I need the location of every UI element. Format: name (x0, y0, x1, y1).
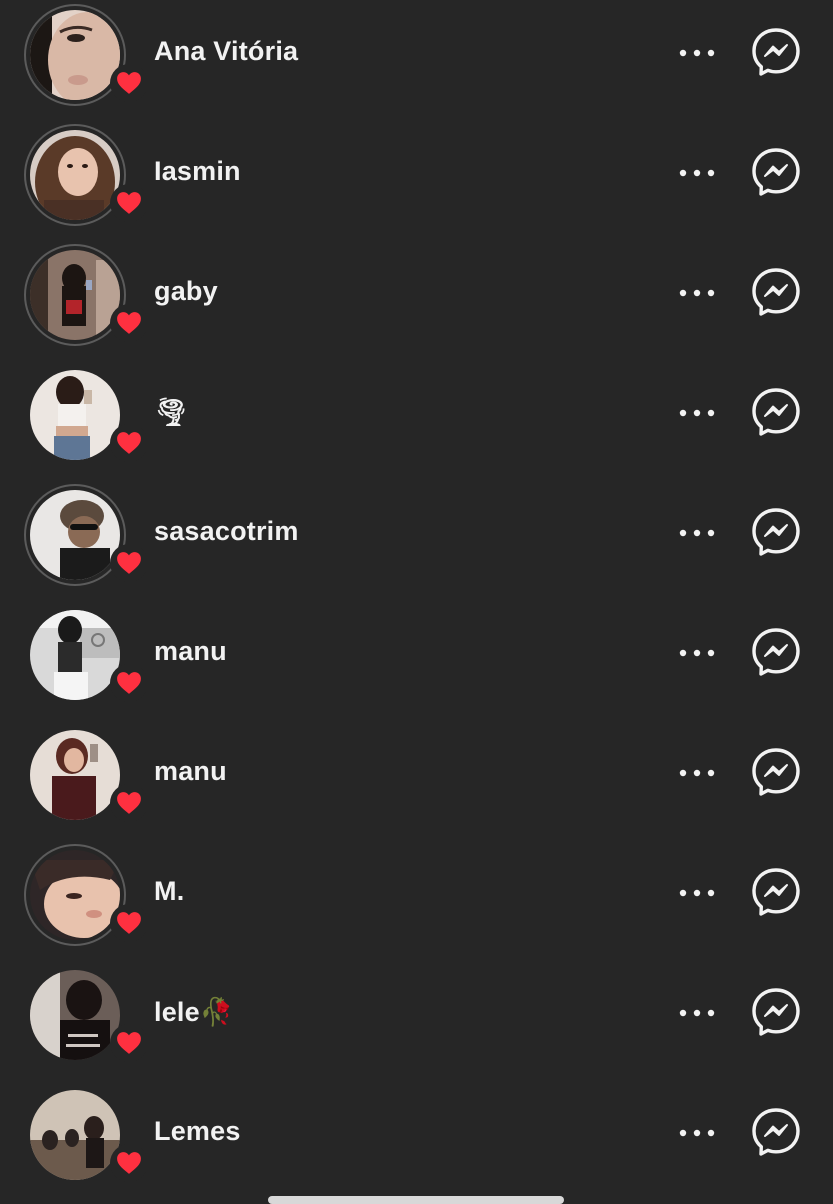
message-button[interactable] (748, 24, 804, 80)
messenger-icon (752, 148, 800, 196)
avatar[interactable] (24, 484, 148, 586)
heart-icon (117, 432, 141, 454)
username[interactable]: sasacotrim (154, 516, 299, 547)
more-options-icon (679, 49, 715, 57)
more-options-button[interactable] (670, 390, 724, 436)
like-badge (110, 784, 148, 822)
messenger-icon (752, 28, 800, 76)
username[interactable]: manu (154, 756, 227, 787)
username[interactable]: Ana Vitória (154, 36, 298, 67)
like-badge (110, 304, 148, 342)
list-item[interactable]: manu (0, 720, 833, 830)
like-badge (110, 184, 148, 222)
like-badge (110, 424, 148, 462)
message-button[interactable] (748, 984, 804, 1040)
heart-icon (117, 72, 141, 94)
more-options-icon (679, 409, 715, 417)
like-badge (110, 64, 148, 102)
username[interactable]: M. (154, 876, 184, 907)
more-options-button[interactable] (670, 630, 724, 676)
more-options-icon (679, 1129, 715, 1137)
more-options-button[interactable] (670, 270, 724, 316)
avatar[interactable] (24, 724, 148, 826)
heart-icon (117, 1032, 141, 1054)
more-options-button[interactable] (670, 150, 724, 196)
messenger-icon (752, 1108, 800, 1156)
username[interactable]: manu (154, 636, 227, 667)
list-item[interactable]: gaby (0, 240, 833, 350)
avatar[interactable] (24, 364, 148, 466)
more-options-icon (679, 529, 715, 537)
messenger-icon (752, 628, 800, 676)
message-button[interactable] (748, 864, 804, 920)
username[interactable]: Iasmin (154, 156, 241, 187)
message-button[interactable] (748, 504, 804, 560)
heart-icon (117, 672, 141, 694)
more-options-icon (679, 289, 715, 297)
message-button[interactable] (748, 744, 804, 800)
avatar[interactable] (24, 1084, 148, 1186)
messenger-icon (752, 268, 800, 316)
more-options-button[interactable] (670, 990, 724, 1036)
avatar[interactable] (24, 844, 148, 946)
heart-icon (117, 312, 141, 334)
username[interactable]: lele🥀 (154, 996, 234, 1028)
more-options-button[interactable] (670, 30, 724, 76)
like-badge (110, 544, 148, 582)
more-options-icon (679, 169, 715, 177)
message-button[interactable] (748, 384, 804, 440)
more-options-button[interactable] (670, 510, 724, 556)
more-options-icon (679, 769, 715, 777)
like-badge (110, 664, 148, 702)
heart-icon (117, 1152, 141, 1174)
message-button[interactable] (748, 1104, 804, 1160)
username[interactable]: gaby (154, 276, 218, 307)
more-options-button[interactable] (670, 870, 724, 916)
list-item[interactable]: lele🥀 (0, 960, 833, 1070)
like-badge (110, 1144, 148, 1182)
messenger-icon (752, 868, 800, 916)
avatar[interactable] (24, 244, 148, 346)
like-badge (110, 904, 148, 942)
more-options-button[interactable] (670, 1110, 724, 1156)
list-item[interactable]: 🌪 (0, 360, 833, 470)
messenger-icon (752, 508, 800, 556)
more-options-icon (679, 1009, 715, 1017)
list-item[interactable]: manu (0, 600, 833, 710)
list-item[interactable]: sasacotrim (0, 480, 833, 590)
more-options-button[interactable] (670, 750, 724, 796)
messenger-icon (752, 388, 800, 436)
home-indicator[interactable] (268, 1196, 564, 1204)
avatar[interactable] (24, 124, 148, 226)
heart-icon (117, 192, 141, 214)
avatar[interactable] (24, 604, 148, 706)
heart-icon (117, 912, 141, 934)
avatar[interactable] (24, 964, 148, 1066)
like-badge (110, 1024, 148, 1062)
username[interactable]: Lemes (154, 1116, 241, 1147)
username[interactable]: 🌪 (154, 396, 188, 428)
message-button[interactable] (748, 144, 804, 200)
avatar[interactable] (24, 4, 148, 106)
messenger-icon (752, 988, 800, 1036)
list-item[interactable]: Lemes (0, 1080, 833, 1190)
list-item[interactable]: Iasmin (0, 120, 833, 230)
message-button[interactable] (748, 264, 804, 320)
list-item[interactable]: Ana Vitória (0, 0, 833, 110)
message-button[interactable] (748, 624, 804, 680)
heart-icon (117, 792, 141, 814)
more-options-icon (679, 889, 715, 897)
list-item[interactable]: M. (0, 840, 833, 950)
heart-icon (117, 552, 141, 574)
more-options-icon (679, 649, 715, 657)
messenger-icon (752, 748, 800, 796)
